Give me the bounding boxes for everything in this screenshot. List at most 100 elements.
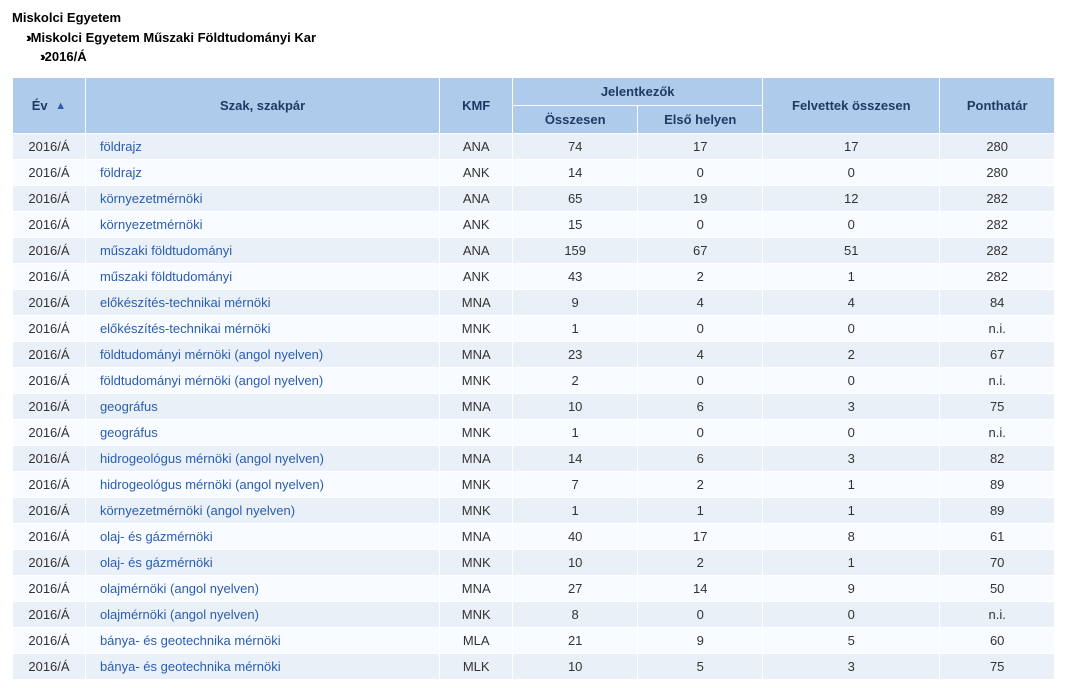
cell-ponthatar: 75 [940,653,1055,679]
cell-ponthatar: 61 [940,523,1055,549]
cell-szak-link[interactable]: hidrogeológus mérnöki (angol nyelven) [85,471,439,497]
cell-kmf: ANK [440,211,513,237]
cell-ev: 2016/Á [13,549,86,575]
cell-felvettek: 51 [763,237,940,263]
table-row: 2016/Áolaj- és gázmérnökiMNK102170 [13,549,1055,575]
cell-szak-link[interactable]: földtudományi mérnöki (angol nyelven) [85,341,439,367]
table-body: 2016/ÁföldrajzANA7417172802016/Áföldrajz… [13,133,1055,679]
cell-felvettek: 17 [763,133,940,159]
cell-kmf: MNA [440,445,513,471]
cell-osszesen: 14 [513,445,638,471]
cell-osszesen: 43 [513,263,638,289]
cell-elso-helyen: 2 [638,471,763,497]
cell-kmf: MNK [440,367,513,393]
cell-elso-helyen: 0 [638,601,763,627]
cell-ponthatar: 89 [940,471,1055,497]
table-row: 2016/ÁkörnyezetmérnökiANA651912282 [13,185,1055,211]
col-header-kmf[interactable]: KMF [440,77,513,133]
cell-kmf: MNA [440,523,513,549]
cell-ponthatar: n.i. [940,601,1055,627]
cell-osszesen: 9 [513,289,638,315]
cell-elso-helyen: 5 [638,653,763,679]
cell-szak-link[interactable]: hidrogeológus mérnöki (angol nyelven) [85,445,439,471]
table-row: 2016/Áolajmérnöki (angol nyelven)MNA2714… [13,575,1055,601]
cell-kmf: ANA [440,133,513,159]
cell-ponthatar: n.i. [940,419,1055,445]
col-header-ponthatar[interactable]: Ponthatár [940,77,1055,133]
cell-osszesen: 74 [513,133,638,159]
cell-szak-link[interactable]: környezetmérnöki [85,211,439,237]
cell-ponthatar: 84 [940,289,1055,315]
col-header-elso-helyen[interactable]: Első helyen [638,105,763,133]
col-header-szak[interactable]: Szak, szakpár [85,77,439,133]
cell-ev: 2016/Á [13,575,86,601]
cell-ev: 2016/Á [13,315,86,341]
cell-ponthatar: 82 [940,445,1055,471]
cell-szak-link[interactable]: környezetmérnöki [85,185,439,211]
cell-szak-link[interactable]: földrajz [85,159,439,185]
cell-felvettek: 4 [763,289,940,315]
cell-szak-link[interactable]: olaj- és gázmérnöki [85,549,439,575]
breadcrumb-l3: ››2016/Á [12,47,1055,67]
cell-felvettek: 0 [763,367,940,393]
cell-szak-link[interactable]: bánya- és geotechnika mérnöki [85,653,439,679]
cell-szak-link[interactable]: műszaki földtudományi [85,263,439,289]
col-header-osszesen[interactable]: Összesen [513,105,638,133]
table-row: 2016/Áföldtudományi mérnöki (angol nyelv… [13,367,1055,393]
cell-ev: 2016/Á [13,523,86,549]
table-row: 2016/Áműszaki földtudományiANK4321282 [13,263,1055,289]
cell-szak-link[interactable]: előkészítés-technikai mérnöki [85,315,439,341]
cell-szak-link[interactable]: földtudományi mérnöki (angol nyelven) [85,367,439,393]
cell-kmf: MNK [440,601,513,627]
cell-szak-link[interactable]: előkészítés-technikai mérnöki [85,289,439,315]
table-row: 2016/Ákörnyezetmérnöki (angol nyelven)MN… [13,497,1055,523]
col-header-felvettek[interactable]: Felvettek összesen [763,77,940,133]
cell-szak-link[interactable]: környezetmérnöki (angol nyelven) [85,497,439,523]
cell-elso-helyen: 6 [638,393,763,419]
cell-ev: 2016/Á [13,627,86,653]
table-row: 2016/ÁgeográfusMNK100n.i. [13,419,1055,445]
cell-ev: 2016/Á [13,601,86,627]
cell-ev: 2016/Á [13,393,86,419]
cell-felvettek: 1 [763,263,940,289]
cell-elso-helyen: 9 [638,627,763,653]
table-row: 2016/Áhidrogeológus mérnöki (angol nyelv… [13,445,1055,471]
cell-felvettek: 8 [763,523,940,549]
cell-ev: 2016/Á [13,497,86,523]
cell-osszesen: 21 [513,627,638,653]
cell-ev: 2016/Á [13,237,86,263]
cell-elso-helyen: 2 [638,263,763,289]
cell-szak-link[interactable]: olaj- és gázmérnöki [85,523,439,549]
cell-szak-link[interactable]: földrajz [85,133,439,159]
cell-elso-helyen: 0 [638,315,763,341]
cell-ponthatar: 282 [940,211,1055,237]
cell-osszesen: 159 [513,237,638,263]
cell-osszesen: 10 [513,393,638,419]
cell-elso-helyen: 1 [638,497,763,523]
cell-ev: 2016/Á [13,159,86,185]
cell-osszesen: 14 [513,159,638,185]
cell-szak-link[interactable]: geográfus [85,393,439,419]
col-header-ev[interactable]: Év ▲ [13,77,86,133]
cell-felvettek: 0 [763,315,940,341]
cell-szak-link[interactable]: olajmérnöki (angol nyelven) [85,601,439,627]
table-row: 2016/ÁgeográfusMNA106375 [13,393,1055,419]
col-header-jelentkezok[interactable]: Jelentkezők [513,77,763,105]
cell-szak-link[interactable]: geográfus [85,419,439,445]
cell-kmf: MNA [440,341,513,367]
cell-ev: 2016/Á [13,211,86,237]
cell-felvettek: 3 [763,653,940,679]
cell-szak-link[interactable]: műszaki földtudományi [85,237,439,263]
cell-elso-helyen: 19 [638,185,763,211]
cell-szak-link[interactable]: bánya- és geotechnika mérnöki [85,627,439,653]
cell-ponthatar: 75 [940,393,1055,419]
breadcrumb-l1: Miskolci Egyetem [12,8,1055,28]
cell-szak-link[interactable]: olajmérnöki (angol nyelven) [85,575,439,601]
table-row: 2016/ÁföldrajzANK1400280 [13,159,1055,185]
cell-ev: 2016/Á [13,367,86,393]
cell-elso-helyen: 2 [638,549,763,575]
cell-osszesen: 10 [513,549,638,575]
cell-osszesen: 1 [513,497,638,523]
cell-felvettek: 0 [763,211,940,237]
cell-felvettek: 3 [763,445,940,471]
